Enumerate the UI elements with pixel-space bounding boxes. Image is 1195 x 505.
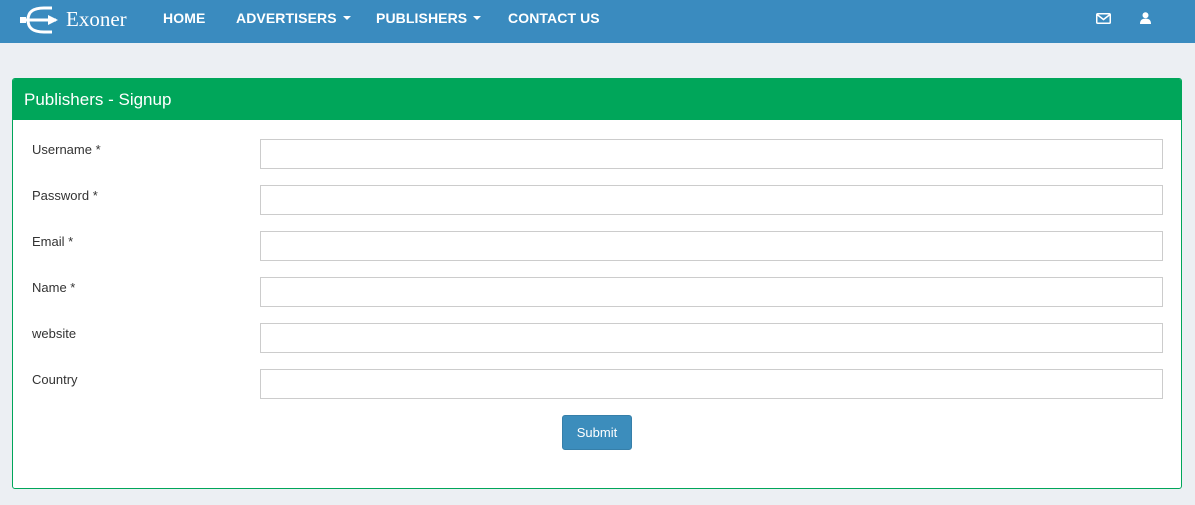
name-label: Name * [32,280,76,295]
submit-button[interactable]: Submit [562,415,632,450]
brand-name: Exoner [66,6,127,31]
user-button[interactable] [1136,9,1154,27]
password-label: Password * [32,188,98,203]
email-label: Email * [32,234,74,249]
signup-panel: Publishers - Signup Username * Password … [12,78,1182,489]
user-icon [1139,12,1151,24]
website-field[interactable] [260,323,1163,353]
country-label: Country [32,372,78,387]
mail-button[interactable] [1094,9,1112,27]
panel-heading: Publishers - Signup [13,79,1181,120]
envelope-icon [1095,12,1111,24]
username-label: Username * [32,142,101,157]
email-field[interactable] [260,231,1163,261]
nav-contact-label: CONTACT US [508,9,600,26]
nav-advertisers-label: ADVERTISERS [236,9,337,26]
name-field[interactable] [260,277,1163,307]
nav-publishers[interactable]: PUBLISHERS [376,0,482,35]
brand-logo[interactable]: Exoner [18,3,127,37]
chevron-down-icon [473,15,482,20]
nav-publishers-label: PUBLISHERS [376,9,468,26]
panel-title: Publishers - Signup [24,89,172,109]
website-label: website [32,326,77,341]
nav-contact[interactable]: CONTACT US [508,0,600,35]
country-field[interactable] [260,369,1163,399]
nav-home-label: HOME [163,9,206,26]
trident-logo-icon [20,6,58,34]
password-field[interactable] [260,185,1163,215]
nav-home[interactable]: HOME [163,0,205,35]
nav-advertisers[interactable]: ADVERTISERS [236,0,351,35]
top-navbar: Exoner HOME ADVERTISERS PUBLISHERS CONTA… [0,0,1195,43]
chevron-down-icon [342,15,351,20]
username-field[interactable] [260,139,1163,169]
